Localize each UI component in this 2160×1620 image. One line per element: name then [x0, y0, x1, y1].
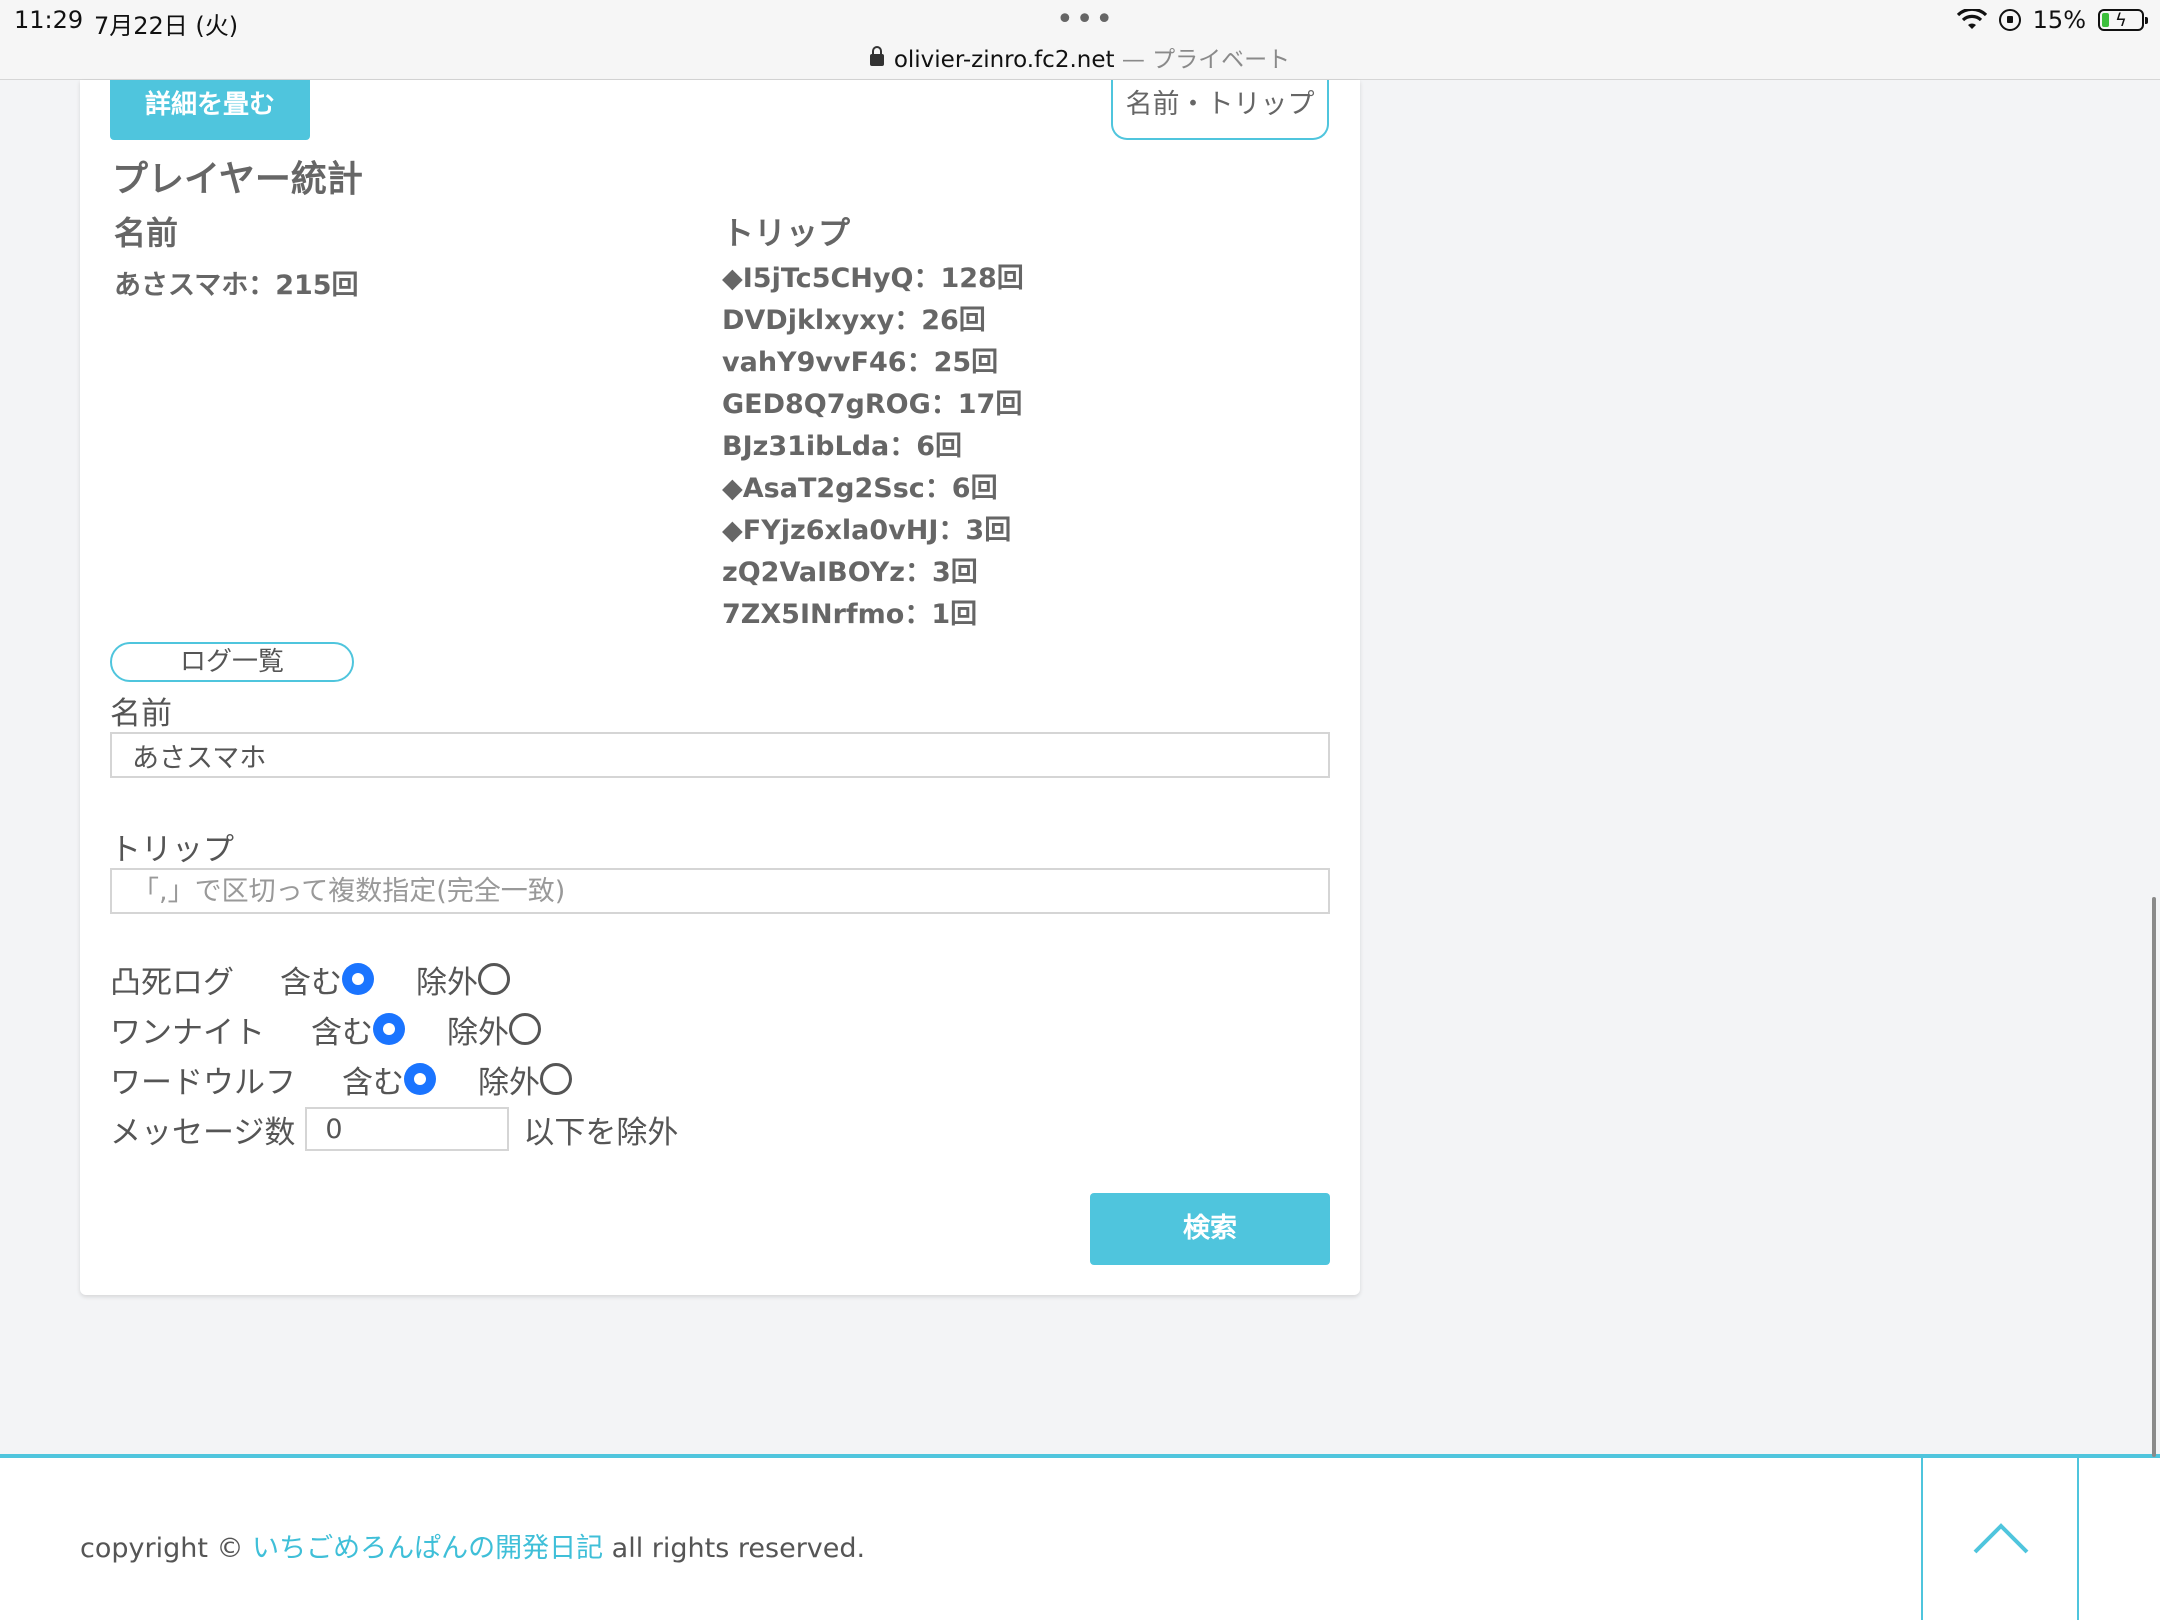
- status-icons: 15% ϟ: [1956, 6, 2148, 34]
- trip-label: トリップ: [110, 832, 234, 868]
- trip-item: 7ZX5INrfmo：1回: [722, 599, 978, 630]
- exclude-radio[interactable]: [509, 1013, 541, 1045]
- wifi-icon: [1956, 9, 1987, 29]
- more-dots-icon[interactable]: •••: [1056, 2, 1115, 37]
- option-row-one-night: ワンナイト 含む 除外: [110, 1007, 541, 1051]
- name-trip-tab[interactable]: 名前・トリップ: [1111, 80, 1329, 140]
- include-radio[interactable]: [404, 1063, 436, 1095]
- exclude-radio[interactable]: [478, 963, 510, 995]
- status-date: 7月22日 (火): [94, 12, 239, 40]
- trip-list: ◆I5jTc5CHyQ：128回 DVDjklxyxy：26回 vahY9vvF…: [722, 261, 1024, 639]
- message-count-input[interactable]: [305, 1107, 510, 1151]
- option-label: ワンナイト: [110, 1014, 265, 1051]
- page-scrollbar[interactable]: [2152, 897, 2156, 1457]
- browser-status-bar: 11:29 7月22日 (火) ••• olivier-zinro.fc2.ne…: [0, 0, 2160, 80]
- player-stats-card: 詳細を畳む 名前・トリップ プレイヤー統計 名前 トリップ あさスマホ：215回…: [80, 80, 1360, 1295]
- battery-icon: ϟ: [2098, 9, 2148, 31]
- option-row-totsushi: 凸死ログ 含む 除外: [110, 957, 510, 1001]
- name-input[interactable]: [110, 732, 1330, 778]
- trip-item: ◆FYjz6xla0vHJ：3回: [722, 515, 1012, 546]
- include-label: 含む: [280, 964, 342, 1001]
- address-bar[interactable]: olivier-zinro.fc2.net — プライベート: [0, 40, 2160, 74]
- message-count-row: メッセージ数 以下を除外: [110, 1107, 678, 1151]
- copyright-suffix: all rights reserved.: [603, 1533, 866, 1564]
- trip-item: GED8Q7gROG：17回: [722, 389, 1023, 420]
- collapse-details-button[interactable]: 詳細を畳む: [110, 80, 310, 140]
- trip-item: zQ2VaIBOYz：3回: [722, 557, 978, 588]
- option-label: 凸死ログ: [110, 964, 234, 1001]
- exclude-label: 除外: [447, 1014, 509, 1051]
- name-count-item: あさスマホ：215回: [114, 270, 359, 301]
- trip-column-header: トリップ: [722, 214, 851, 252]
- chevron-up-icon: [1973, 1523, 2029, 1554]
- site-link[interactable]: いちごめろんぱんの開発日記: [252, 1533, 603, 1564]
- exclude-label: 除外: [478, 1064, 540, 1101]
- log-list-button[interactable]: ログ一覧: [110, 642, 354, 682]
- option-label: ワードウルフ: [110, 1064, 296, 1101]
- status-time: 11:29: [14, 6, 84, 34]
- orientation-lock-icon: [1998, 9, 2021, 31]
- copyright-text: copyright © いちごめろんぱんの開発日記 all rights res…: [80, 1526, 865, 1565]
- lock-icon: [869, 46, 884, 66]
- name-column-header: 名前: [114, 214, 179, 252]
- trip-item: ◆I5jTc5CHyQ：128回: [722, 263, 1024, 294]
- trip-item: DVDjklxyxy：26回: [722, 305, 986, 336]
- option-row-word-wolf: ワードウルフ 含む 除外: [110, 1057, 572, 1101]
- url-text: olivier-zinro.fc2.net: [893, 47, 1115, 73]
- include-radio[interactable]: [373, 1013, 405, 1045]
- include-radio[interactable]: [342, 963, 374, 995]
- trip-input[interactable]: [110, 868, 1330, 914]
- trip-item: ◆AsaT2g2Ssc：6回: [722, 473, 998, 504]
- include-label: 含む: [342, 1064, 404, 1101]
- trip-item: BJz31ibLda：6回: [722, 431, 963, 462]
- message-count-suffix: 以下を除外: [523, 1114, 679, 1151]
- include-label: 含む: [311, 1014, 373, 1051]
- site-footer: copyright © いちごめろんぱんの開発日記 all rights res…: [0, 1454, 2160, 1620]
- scroll-to-top-button[interactable]: [1921, 1458, 2079, 1620]
- exclude-label: 除外: [416, 964, 478, 1001]
- battery-percent: 15%: [2032, 6, 2086, 34]
- trip-item: vahY9vvF46：25回: [722, 347, 999, 378]
- exclude-radio[interactable]: [540, 1063, 572, 1095]
- name-label: 名前: [110, 696, 172, 732]
- copyright-prefix: copyright ©: [80, 1533, 253, 1564]
- message-count-label: メッセージ数: [110, 1114, 296, 1151]
- player-stats-title: プレイヤー統計: [112, 159, 363, 200]
- private-label: — プライベート: [1114, 47, 1291, 73]
- search-button[interactable]: 検索: [1090, 1193, 1330, 1265]
